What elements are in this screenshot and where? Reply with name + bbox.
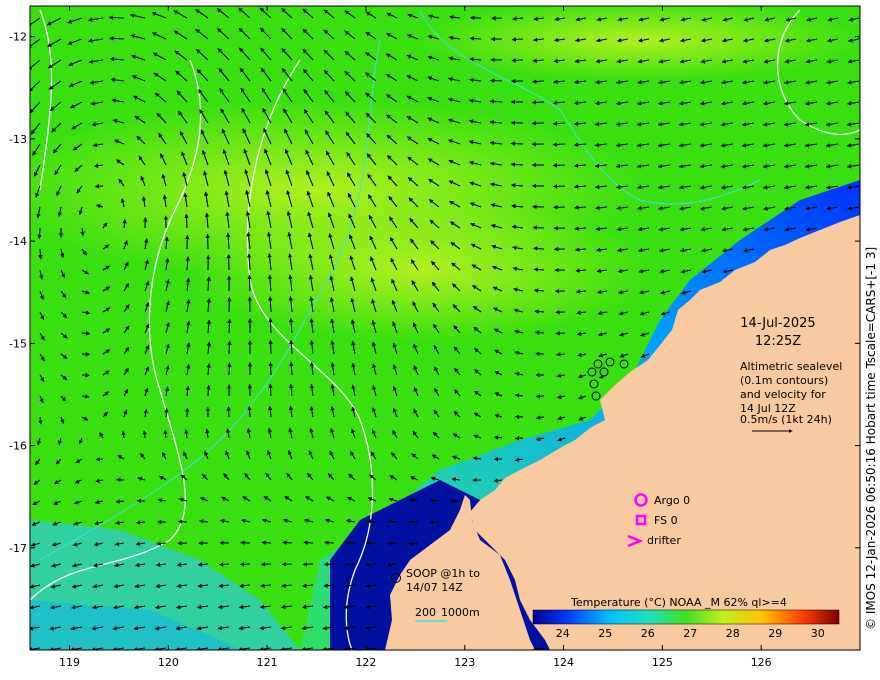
velocity-arrow	[552, 184, 566, 189]
colorbar	[532, 609, 840, 625]
velocity-arrow	[218, 562, 230, 567]
y-tick-label: -14	[9, 235, 27, 248]
x-tick-label: 120	[158, 656, 179, 669]
velocity-arrow	[268, 317, 273, 334]
velocity-arrow	[247, 274, 252, 292]
colorbar-tick-label: 25	[598, 627, 612, 640]
colorbar-tick-label: 28	[726, 627, 740, 640]
fs-legend-label: FS 0	[654, 514, 678, 527]
velocity-arrow	[469, 36, 482, 41]
velocity-arrow	[534, 330, 545, 335]
date-label: 14-Jul-2025	[740, 316, 815, 331]
velocity-arrow	[226, 406, 231, 418]
velocity-arrow	[239, 562, 251, 567]
altimetry-note-line: (0.1m contours)	[740, 374, 828, 387]
velocity-arrow	[268, 383, 273, 397]
velocity-arrow	[555, 331, 566, 336]
altimetry-note-line: Altimetric sealevel	[740, 360, 842, 373]
velocity-arrow	[323, 562, 335, 567]
velocity-arrow	[387, 519, 398, 524]
velocity-arrow	[227, 318, 232, 334]
velocity-arrow	[531, 100, 545, 105]
velocity-arrow	[303, 540, 314, 545]
x-tick-label: 119	[59, 656, 80, 669]
velocity-arrow	[552, 142, 566, 147]
y-tick-label: -15	[9, 337, 27, 350]
velocity-arrow	[344, 562, 356, 567]
x-tick-label: 124	[553, 656, 574, 669]
velocity-arrow	[177, 519, 188, 524]
velocity-arrow	[324, 540, 335, 545]
altimetry-note-line: and velocity for	[740, 388, 826, 401]
velocity-arrow	[268, 361, 273, 376]
velocity-arrow	[532, 225, 545, 230]
velocity-arrow	[268, 339, 273, 355]
velocity-arrow	[552, 163, 566, 168]
y-tick-label: -12	[9, 31, 27, 44]
velocity-arrow	[184, 213, 189, 229]
bathy-200-label: 200	[415, 606, 436, 619]
velocity-arrow	[533, 267, 545, 272]
x-tick-label: 126	[751, 656, 772, 669]
x-tick-label: 122	[355, 656, 376, 669]
colorbar-tick-label: 24	[556, 627, 570, 640]
colorbar-tick-label: 27	[683, 627, 697, 640]
velocity-arrow	[535, 351, 545, 356]
velocity-arrow	[511, 37, 524, 42]
y-tick-label: -17	[9, 542, 27, 555]
velocity-arrow	[206, 384, 211, 397]
velocity-arrow	[95, 457, 104, 462]
soop-label-line: 14/07 14Z	[406, 581, 463, 594]
x-tick-label: 123	[454, 656, 475, 669]
velocity-arrow	[430, 498, 440, 503]
velocity-arrow	[227, 362, 232, 376]
y-tick-label: -16	[9, 440, 27, 453]
velocity-arrow	[81, 331, 91, 336]
velocity-arrow	[177, 541, 188, 546]
bathy-1000-label: 1000m	[441, 606, 480, 619]
velocity-arrow	[37, 227, 42, 240]
colorbar-tick-label: 29	[768, 627, 782, 640]
velocity-arrow	[227, 340, 232, 355]
colorbar-tick-label: 26	[641, 627, 655, 640]
warm-band	[420, 6, 860, 80]
velocity-arrow	[261, 540, 272, 545]
sst-map: 119 120 121 122 123 124 125 126 -12 -13 -14 -15 -16 -…	[9, 5, 878, 669]
x-tick-label: 121	[257, 656, 278, 669]
velocity-arrow	[510, 141, 524, 146]
credit-text: © IMOS 12-Jan-2026 06:50:16 Hobart time …	[864, 247, 878, 630]
y-tick-label: -13	[9, 133, 27, 146]
velocity-scale-label: 0.5m/s (1kt 24h)	[740, 413, 832, 426]
velocity-arrow	[514, 436, 524, 441]
drifter-legend-label: drifter	[647, 534, 681, 547]
x-tick-label: 125	[652, 656, 673, 669]
velocity-arrow	[511, 58, 524, 63]
colorbar-tick-label: 30	[811, 627, 825, 640]
plot-area	[30, 6, 860, 650]
argo-legend-label: Argo 0	[654, 494, 690, 507]
velocity-arrow	[108, 15, 125, 20]
colorbar-title: Temperature (°C) NOAA _M 62% ql>=4	[570, 596, 787, 609]
time-label: 12:25Z	[755, 334, 801, 349]
velocity-arrow	[94, 184, 104, 189]
velocity-arrow	[489, 78, 503, 83]
velocity-arrow	[535, 394, 545, 399]
velocity-arrow	[532, 246, 545, 251]
velocity-arrow	[408, 541, 419, 546]
velocity-arrow	[282, 540, 293, 545]
soop-label-line: SOOP @1h to	[406, 567, 480, 580]
